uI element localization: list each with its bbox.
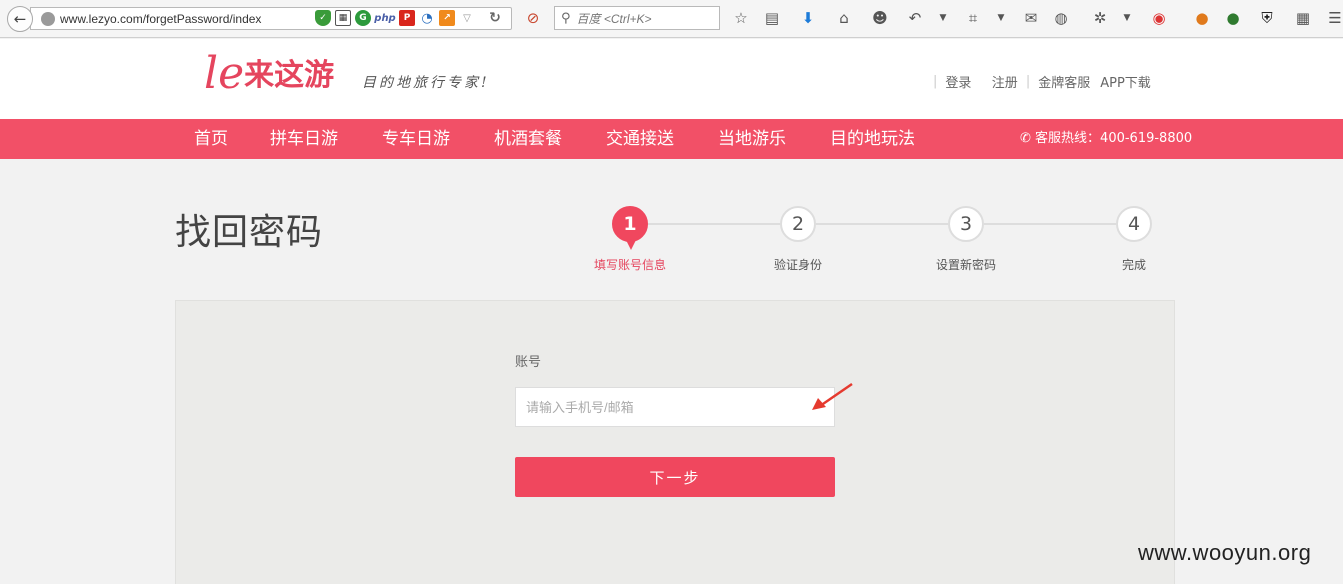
reading-list-icon[interactable]: ▤: [763, 9, 781, 27]
logo-mark: le: [204, 48, 245, 99]
download-icon[interactable]: ⬇: [799, 9, 817, 27]
emoji-icon[interactable]: ☻: [871, 9, 889, 27]
step-connector: [984, 223, 1116, 225]
watermark: www.wooyun.org: [1138, 540, 1312, 565]
form-panel: [175, 300, 1175, 584]
shield-icon[interactable]: ✓: [315, 10, 331, 26]
page-title: 找回密码: [175, 212, 324, 253]
account-label: 账号: [515, 355, 542, 370]
nav-item-local-fun[interactable]: 当地游乐: [718, 119, 786, 159]
step-3-circle: 3: [948, 206, 984, 242]
back-arrow-icon: ←: [13, 10, 27, 28]
next-step-button[interactable]: 下一步: [515, 457, 835, 497]
chat-icon[interactable]: ✉: [1022, 9, 1040, 27]
wifi-icon[interactable]: ◔: [419, 10, 435, 26]
nav-item-destination-play[interactable]: 目的地玩法: [830, 119, 915, 159]
register-link[interactable]: 注册: [992, 72, 1018, 91]
grid-icon[interactable]: ▦: [1294, 9, 1312, 27]
hotline: ✆ 客服热线：400-619-8800: [1020, 119, 1192, 159]
slogan: 目的地旅行专家!: [362, 75, 490, 91]
chart-icon[interactable]: ↗: [439, 10, 455, 26]
bookmark-star-icon[interactable]: ☆: [732, 9, 750, 27]
step-1-label: 填写账号信息: [593, 258, 666, 272]
search-placeholder: 百度 <Ctrl+K>: [576, 11, 652, 26]
step-connector: [648, 223, 780, 225]
green-shield-icon[interactable]: ●: [1224, 9, 1242, 27]
step-4-label: 完成: [1121, 258, 1146, 272]
nav-item-home[interactable]: 首页: [194, 119, 228, 159]
app-download-link[interactable]: APP下载: [1100, 72, 1151, 91]
search-box[interactable]: ⚲ 百度 <Ctrl+K>: [554, 6, 720, 30]
menu-icon[interactable]: ☰: [1326, 9, 1343, 27]
php-icon[interactable]: php: [374, 10, 396, 26]
crop-icon[interactable]: ⌗: [964, 9, 982, 27]
p-icon[interactable]: P: [399, 10, 415, 26]
main-nav: 首页 拼车日游 专车日游 机酒套餐 交通接送 当地游乐 目的地玩法 ✆ 客服热线…: [0, 119, 1343, 159]
customer-service-link[interactable]: 金牌客服: [1038, 72, 1090, 91]
nav-item-shared-day-tour[interactable]: 拼车日游: [270, 119, 338, 159]
url-text: www.lezyo.com/forgetPassword/index: [60, 11, 262, 26]
step-3-label: 设置新密码: [935, 258, 996, 272]
undo-dropdown-icon[interactable]: ▼: [934, 9, 952, 27]
back-button[interactable]: ←: [7, 6, 33, 32]
logo-text: 来这游: [244, 58, 335, 93]
address-bar[interactable]: www.lezyo.com/forgetPassword/index ✓ ▦ G…: [30, 7, 512, 30]
nav-item-private-day-tour[interactable]: 专车日游: [382, 119, 450, 159]
undo-icon[interactable]: ↶: [906, 9, 924, 27]
globe-icon: [41, 11, 55, 26]
reload-icon[interactable]: ↻: [487, 10, 503, 26]
top-links: | 登录 | 注册 | 金牌客服 APP下载: [933, 72, 1151, 91]
hotline-text: 客服热线：400-619-8800: [1035, 131, 1193, 146]
phone-icon: ✆: [1020, 131, 1031, 146]
globe-addon-icon[interactable]: ◍: [1052, 9, 1070, 27]
qr-icon[interactable]: ▦: [335, 10, 351, 26]
step-2-label: 验证身份: [773, 258, 822, 272]
step-1-circle: 1: [612, 206, 648, 242]
step-4-circle: 4: [1116, 206, 1152, 242]
home-icon[interactable]: ⌂: [835, 9, 853, 27]
step-2-circle: 2: [780, 206, 816, 242]
annotation-arrow-icon: [812, 382, 853, 410]
w-shield-icon[interactable]: ⛨: [1258, 9, 1276, 27]
login-link[interactable]: 登录: [945, 72, 971, 91]
address-bar-addons: ✓ ▦ G php P ◔ ↗ ▽ ↻: [315, 10, 503, 26]
search-icon: ⚲: [561, 10, 571, 26]
g-icon[interactable]: G: [355, 10, 371, 26]
crop-dropdown-icon[interactable]: ▼: [992, 9, 1010, 27]
account-input[interactable]: [515, 387, 835, 427]
browser-toolbar: www.lezyo.com/forgetPassword/index ✓ ▦ G…: [0, 0, 1343, 38]
dropdown-icon[interactable]: ▽: [459, 10, 475, 26]
eye-addon-icon[interactable]: ◉: [1150, 9, 1168, 27]
firefox-addon-icon[interactable]: ●: [1193, 9, 1211, 27]
nav-item-flight-hotel[interactable]: 机酒套餐: [494, 119, 562, 159]
step-connector: [816, 223, 948, 225]
adblock-icon[interactable]: ⊘: [524, 9, 542, 27]
nav-item-transfers[interactable]: 交通接送: [606, 119, 674, 159]
bug-icon[interactable]: ✲: [1091, 9, 1109, 27]
bug-dropdown-icon[interactable]: ▼: [1118, 9, 1136, 27]
site-logo[interactable]: le 来这游: [204, 52, 334, 96]
